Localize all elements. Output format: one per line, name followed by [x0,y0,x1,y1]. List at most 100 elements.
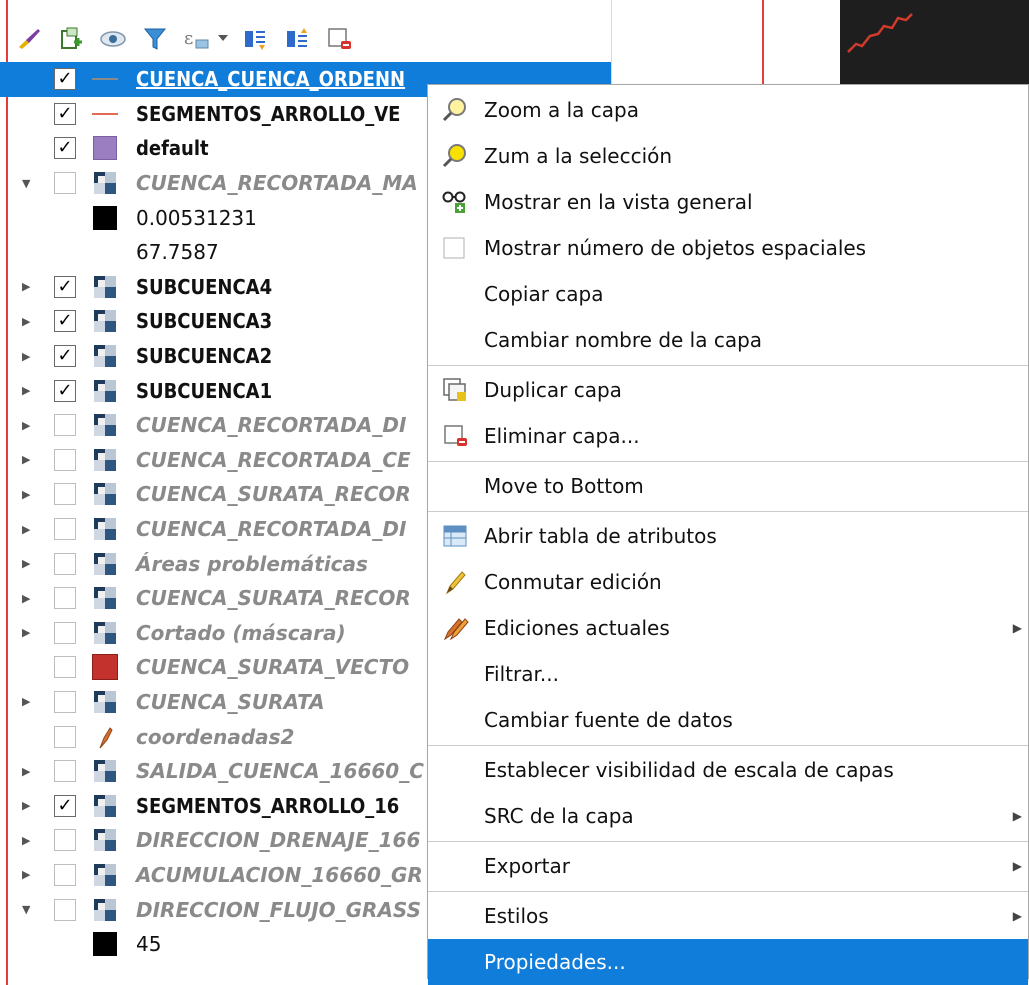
layer-visibility-checkbox[interactable] [54,829,76,852]
expression-filter-icon[interactable]: ε [182,24,212,54]
menu-item-mostrar-numero-de-objetos-espaciales[interactable]: Mostrar número de objetos espaciales [428,225,1028,271]
layer-visibility-checkbox[interactable] [54,898,76,921]
layer-name: 0.00531231 [136,205,257,230]
dropdown-arrow-icon[interactable] [216,24,230,54]
menu-item-cambiar-fuente-de-datos[interactable]: Cambiar fuente de datos [428,697,1028,743]
menu-item-propiedades[interactable]: Propiedades... [428,939,1028,985]
expand-arrow-right-icon[interactable]: ▶ [22,557,34,570]
filter-funnel-icon[interactable] [140,24,170,54]
menu-item-ediciones-actuales[interactable]: Ediciones actuales ▶ [428,605,1028,651]
menu-item-label: Eliminar capa... [484,424,640,448]
raster-symbol-icon [92,378,118,404]
expand-arrow-right-icon[interactable]: ▶ [22,799,34,812]
menu-item-label: Copiar capa [484,282,604,306]
layer-visibility-checkbox[interactable] [54,656,76,679]
menu-item-copiar-capa[interactable]: Copiar capa [428,271,1028,317]
expand-arrow-right-icon[interactable]: ▶ [22,419,34,432]
layer-visibility-checkbox[interactable]: ✓ [54,275,76,298]
menu-item-label: Zoom a la capa [484,98,639,122]
menu-item-establecer-visibilidad-de-escala-de-capas[interactable]: Establecer visibilidad de escala de capa… [428,747,1028,793]
expand-arrow-right-icon[interactable]: ▶ [22,592,34,605]
collapse-all-icon[interactable] [282,24,312,54]
menu-item-label: Conmutar edición [484,570,662,594]
menu-item-conmutar-edicion[interactable]: Conmutar edición [428,559,1028,605]
menu-item-label: Filtrar... [484,662,559,686]
expand-arrow-right-icon[interactable]: ▶ [22,626,34,639]
layer-visibility-checkbox[interactable] [54,518,76,541]
expand-arrow-right-icon[interactable]: ▶ [22,315,34,328]
layer-visibility-checkbox[interactable] [54,414,76,437]
layer-name: 67.7587 [136,240,219,265]
expand-arrow-down-icon[interactable]: ▼ [22,903,34,916]
menu-item-mostrar-en-la-vista-general[interactable]: Mostrar en la vista general [428,179,1028,225]
expand-arrow-right-icon[interactable]: ▶ [22,868,34,881]
layer-visibility-checkbox[interactable] [54,690,76,713]
layer-name: SEGMENTOS_ARROLLO_VE [136,101,401,126]
menu-separator [428,365,1028,366]
expand-arrow-right-icon[interactable]: ▶ [22,453,34,466]
expand-arrow-right-icon[interactable]: ▶ [22,523,34,536]
expand-arrow-right-icon[interactable]: ▶ [22,488,34,501]
layer-visibility-checkbox[interactable] [54,760,76,783]
expand-arrow-right-icon[interactable]: ▶ [22,695,34,708]
layer-visibility-checkbox[interactable] [54,587,76,610]
menu-item-estilos[interactable]: Estilos ▶ [428,893,1028,939]
menu-item-duplicar-capa[interactable]: Duplicar capa [428,367,1028,413]
layer-name: CUENCA_SURATA_RECOR [136,482,411,507]
menu-separator [428,511,1028,512]
layer-name: SUBCUENCA2 [136,344,273,369]
expand-arrow-right-icon[interactable]: ▶ [22,350,34,363]
attribute-table-icon [440,521,470,551]
layer-name: DIRECCION_DRENAJE_166 [136,828,421,853]
overview-glasses-icon [440,187,470,217]
layer-visibility-checkbox[interactable] [54,725,76,748]
map-canvas[interactable] [840,0,1029,92]
raster-symbol-icon [92,343,118,369]
layer-name: SUBCUENCA4 [136,274,273,299]
expand-arrow-right-icon[interactable]: ▶ [22,834,34,847]
layer-visibility-checkbox[interactable] [54,172,76,195]
expand-arrow-right-icon[interactable]: ▶ [22,384,34,397]
raster-symbol-icon [92,170,118,196]
map-river-preview [847,13,913,53]
menu-item-label: Zum a la selección [484,144,673,168]
menu-item-exportar[interactable]: Exportar ▶ [428,843,1028,889]
layer-visibility-checkbox[interactable] [54,483,76,506]
layer-visibility-checkbox[interactable]: ✓ [54,794,76,817]
menu-item-cambiar-nombre-de-la-capa[interactable]: Cambiar nombre de la capa [428,317,1028,363]
layer-visibility-checkbox[interactable]: ✓ [54,102,76,125]
expand-all-icon[interactable] [240,24,270,54]
menu-item-abrir-tabla-de-atributos[interactable]: Abrir tabla de atributos [428,513,1028,559]
layer-visibility-checkbox[interactable]: ✓ [54,310,76,333]
style-brush-icon[interactable] [14,24,44,54]
expand-arrow-down-icon[interactable]: ▼ [22,177,34,190]
layer-visibility-checkbox[interactable] [54,448,76,471]
layer-visibility-checkbox[interactable] [54,621,76,644]
raster-symbol-icon [92,862,118,888]
layer-visibility-checkbox[interactable] [54,552,76,575]
submenu-arrow-icon: ▶ [1012,809,1022,823]
layer-visibility-checkbox[interactable]: ✓ [54,379,76,402]
layer-name: DIRECCION_FLUJO_GRASS [136,897,422,922]
eye-visibility-icon[interactable] [98,24,128,54]
menu-item-filtrar[interactable]: Filtrar... [428,651,1028,697]
menu-item-zoom-a-la-capa[interactable]: Zoom a la capa [428,87,1028,133]
swatch-black-symbol-icon [92,931,118,957]
layer-visibility-checkbox[interactable]: ✓ [54,345,76,368]
layer-name: CUENCA_RECORTADA_CE [136,447,411,472]
menu-item-eliminar-capa[interactable]: Eliminar capa... [428,413,1028,459]
layer-visibility-checkbox[interactable] [54,863,76,886]
menu-item-zum-a-la-seleccion[interactable]: Zum a la selección [428,133,1028,179]
add-group-icon[interactable] [56,24,86,54]
layer-visibility-checkbox[interactable]: ✓ [54,68,76,91]
layer-name: CUENCA_RECORTADA_DI [136,413,407,438]
remove-layer-icon [440,421,470,451]
expand-arrow-right-icon[interactable]: ▶ [22,280,34,293]
menu-item-label: Move to Bottom [484,474,644,498]
menu-item-move-to-bottom[interactable]: Move to Bottom [428,463,1028,509]
fill-red-symbol-icon [92,654,118,681]
expand-arrow-right-icon[interactable]: ▶ [22,765,34,778]
menu-item-src-de-la-capa[interactable]: SRC de la capa ▶ [428,793,1028,839]
remove-layer-icon[interactable] [324,24,354,54]
layer-visibility-checkbox[interactable]: ✓ [54,137,76,160]
